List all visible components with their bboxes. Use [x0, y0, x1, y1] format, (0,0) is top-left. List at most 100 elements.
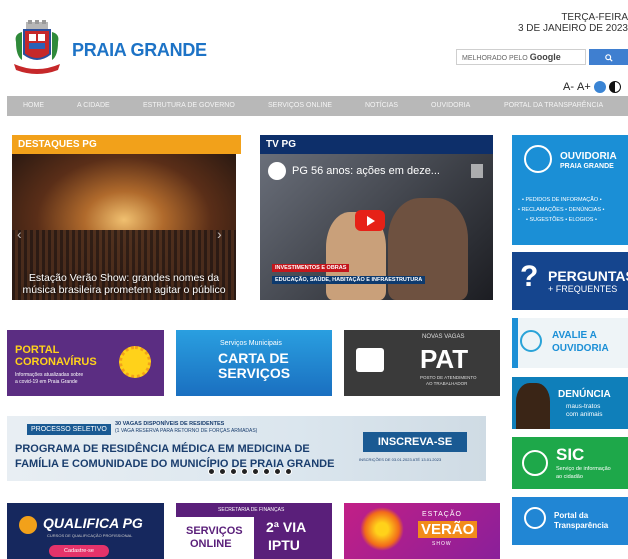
ouvidoria-items-1: • PEDIDOS DE INFORMAÇÃO • — [522, 197, 602, 203]
magnifier-icon — [524, 507, 546, 529]
sic-sub-1: Serviço de informação — [556, 466, 611, 472]
sic-banner[interactable]: SIC Serviço de informação ao cidadão — [512, 437, 628, 489]
accessibility-icon[interactable] — [593, 81, 606, 93]
contrast-icon[interactable] — [608, 81, 621, 93]
dog-image — [516, 383, 550, 429]
carousel-dot[interactable] — [263, 468, 270, 475]
carousel-dot[interactable] — [274, 468, 281, 475]
carta-servicos-banner[interactable]: Serviços Municipais CARTA DE SERVIÇOS — [176, 330, 332, 396]
corona-sub-2: a covid-19 em Praia Grande — [15, 379, 78, 385]
nav-item-noticias[interactable]: NOTÍCIAS — [365, 102, 398, 109]
carousel-dot[interactable] — [219, 468, 226, 475]
sun-icon — [360, 507, 404, 551]
avalie-ouvidoria-banner[interactable]: AVALIE A OUVIDORIA — [512, 318, 628, 368]
ouvidoria-icon — [524, 145, 552, 173]
ouvidoria-items-2: • RECLAMAÇÕES • DENÚNCIAS • — [518, 207, 605, 213]
main-nav: HOME A CIDADE ESTRUTURA DE GOVERNO SERVI… — [7, 96, 628, 116]
sic-sub-2: ao cidadão — [556, 474, 583, 480]
rating-face-icon — [520, 330, 542, 352]
show-label: SHOW — [432, 541, 452, 547]
video-more-icon[interactable] — [471, 164, 483, 178]
estacao-label: ESTAÇÃO — [422, 511, 462, 518]
play-button-icon[interactable] — [355, 210, 385, 231]
full-date: 3 DE JANEIRO DE 2023 — [517, 23, 628, 34]
corona-label-1: PORTAL — [15, 344, 60, 356]
frequentes-label: + FREQUENTES — [548, 284, 618, 294]
corona-sub-1: Informações atualizadas sobre — [15, 372, 84, 378]
estacao-verao-banner[interactable]: ESTAÇÃO VERÃO SHOW — [344, 503, 500, 559]
nav-item-estrutura[interactable]: ESTRUTURA DE GOVERNO — [143, 102, 235, 109]
carta-label-2: SERVIÇOS — [218, 365, 291, 381]
prev-slide-icon[interactable]: ‹ — [17, 226, 22, 242]
denuncia-banner[interactable]: DENÚNCIA maus-tratos com animais — [512, 377, 628, 429]
featured-news-caption[interactable]: Estação Verão Show: grandes nomes da mús… — [12, 272, 236, 296]
portal-label-2: Transparência — [554, 521, 609, 530]
video-person-right — [388, 198, 468, 300]
nav-item-a-cidade[interactable]: A CIDADE — [77, 102, 110, 109]
portal-transparencia-banner[interactable]: Portal da Transparência — [512, 497, 628, 545]
perguntas-frequentes-banner[interactable]: ? PERGUNTAS + FREQUENTES — [512, 252, 628, 310]
pat-sub-2: AO TRABALHADOR — [426, 381, 468, 386]
iptu-banner[interactable]: SECRETARIA DE FINANÇAS SERVIÇOS ONLINE 2… — [176, 503, 332, 559]
sic-label: SIC — [556, 445, 585, 464]
financas-label: SECRETARIA DE FINANÇAS — [218, 507, 285, 513]
qualifica-sub: CURSOS DE QUALIFICAÇÃO PROFISSIONAL — [47, 533, 133, 538]
carta-label-1: CARTA DE — [218, 350, 289, 366]
carousel-dot[interactable] — [208, 468, 215, 475]
perguntas-label: PERGUNTAS — [548, 268, 628, 284]
qualifica-pg-banner[interactable]: QUALIFICA PG CURSOS DE QUALIFICAÇÃO PROF… — [7, 503, 164, 559]
google-label: Google — [529, 52, 561, 62]
inscreva-se-button[interactable]: INSCREVA-SE — [363, 432, 467, 452]
page: PRAIA GRANDE TERÇA-FEIRA 3 DE JANEIRO DE… — [0, 0, 628, 559]
search-input[interactable]: MELHORADO PELO Google — [456, 49, 586, 65]
channel-avatar[interactable] — [268, 162, 286, 180]
tvpg-heading: TV PG — [260, 135, 493, 154]
carousel-dot[interactable] — [252, 468, 259, 475]
video-title-bar[interactable]: PG 56 anos: ações em deze... — [268, 162, 440, 180]
iptu-label: IPTU — [268, 537, 300, 553]
city-coat-of-arms-logo[interactable] — [12, 20, 62, 76]
denuncia-sub-1: maus-tratos — [566, 403, 601, 410]
weekday: TERÇA-FEIRA — [561, 12, 628, 23]
carousel-dots — [208, 468, 292, 475]
nav-item-ouvidoria[interactable]: OUVIDORIA — [431, 102, 470, 109]
destaques-heading: DESTAQUES PG — [12, 135, 241, 154]
carousel-dot[interactable] — [230, 468, 237, 475]
avalie-label: AVALIE A — [552, 330, 597, 341]
pat-banner[interactable]: NOVAS VAGAS PAT POSTO DE ATENDIMENTO AO … — [344, 330, 500, 396]
online-label: ONLINE — [190, 538, 232, 550]
portal-coronavirus-banner[interactable]: PORTAL CORONAVÍRUS Informações atualizad… — [7, 330, 164, 396]
inscricoes-dates: INSCRIÇÕES DE 03.01.2023 ATÉ 13.01.2023 — [359, 457, 442, 462]
ouvidoria-items-3: • SUGESTÕES • ELOGIOS • — [526, 217, 597, 223]
pat-sub-1: POSTO DE ATENDIMENTO — [420, 375, 477, 380]
briefcase-icon — [356, 348, 384, 372]
qualifica-label: QUALIFICA PG — [43, 515, 143, 531]
carousel-dot[interactable] — [285, 468, 292, 475]
portal-label-1: Portal da — [554, 511, 589, 520]
segunda-via-label: 2ª VIA — [266, 519, 307, 535]
nav-item-servicos-online[interactable]: SERVIÇOS ONLINE — [268, 102, 332, 109]
video-tag-educacao: EDUCAÇÃO, SAÚDE, HABITAÇÃO E INFRAESTRUT… — [272, 276, 426, 284]
nav-item-home[interactable]: HOME — [23, 102, 44, 109]
question-mark-icon: ? — [520, 260, 539, 293]
search-icon — [604, 53, 613, 62]
verao-label: VERÃO — [418, 521, 478, 538]
ouvidoria-subtitle: PRAIA GRANDE — [560, 163, 614, 170]
next-slide-icon[interactable]: › — [217, 226, 222, 242]
nav-item-transparencia[interactable]: PORTAL DA TRANSPARÊNCIA — [504, 102, 603, 109]
font-increase-button[interactable]: A+ — [577, 81, 591, 93]
ouvidoria-title: OUVIDORIA — [560, 151, 617, 162]
processo-seletivo-label: PROCESSO SELETIVO — [27, 424, 111, 435]
avalie-ouvidoria-label: OUVIDORIA — [552, 343, 609, 354]
video-title[interactable]: PG 56 anos: ações em deze... — [292, 165, 440, 177]
carousel-dot[interactable] — [241, 468, 248, 475]
carta-top-label: Serviços Municipais — [220, 340, 282, 347]
vagas-label-2: (1 VAGA RESERVA PARA RETORNO DE FORÇAS A… — [115, 428, 258, 434]
featured-news-slide[interactable]: Estação Verão Show: grandes nomes da mús… — [12, 154, 236, 300]
current-date: TERÇA-FEIRA 3 DE JANEIRO DE 2023 — [518, 12, 628, 34]
search-button[interactable] — [589, 49, 628, 65]
font-decrease-button[interactable]: A- — [563, 81, 574, 93]
ouvidoria-banner[interactable]: OUVIDORIA PRAIA GRANDE • PEDIDOS DE INFO… — [512, 135, 628, 245]
cadastre-se-button[interactable]: Cadastre-se — [49, 545, 109, 557]
site-brand-name[interactable]: PRAIA GRANDE — [72, 40, 207, 61]
